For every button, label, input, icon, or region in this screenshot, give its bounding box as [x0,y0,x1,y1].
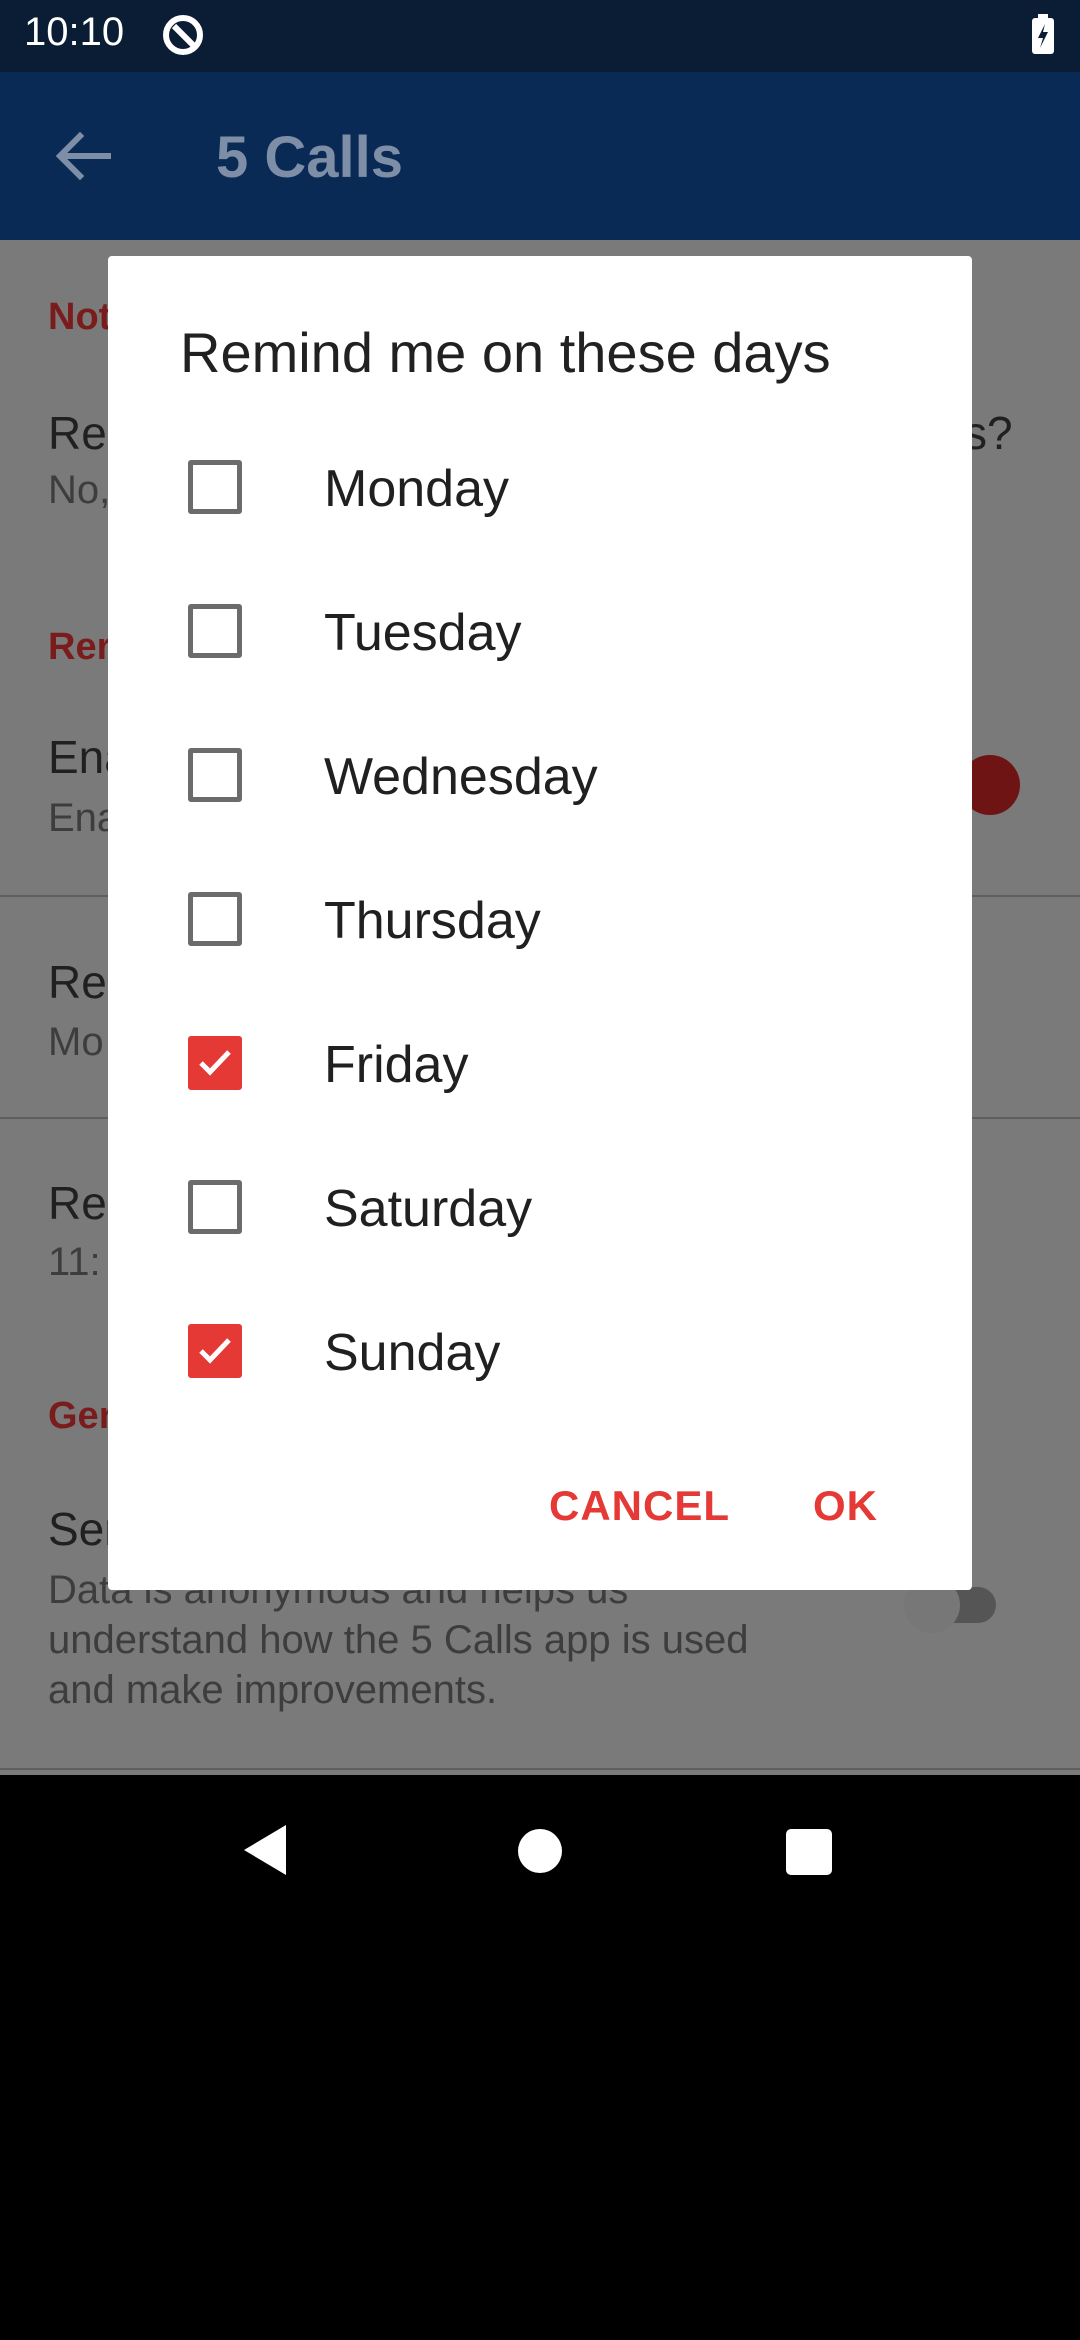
option-label: Monday [324,460,509,518]
dialog-title: Remind me on these days [180,321,831,384]
pref-summary: No, [48,468,111,512]
option-wednesday[interactable]: Wednesday [108,704,972,848]
checkbox[interactable] [188,460,242,514]
divider [0,1768,1080,1770]
checkbox[interactable] [188,892,242,946]
checkbox[interactable] [188,1180,242,1234]
notification-icon [160,12,206,63]
battery-icon [1030,14,1056,61]
pref-summary: 11: [48,1240,101,1284]
pref-summary-line: understand how the 5 Calls app is used [48,1618,749,1662]
checkbox-checked[interactable] [188,1324,242,1378]
status-time: 10:10 [24,10,125,54]
option-sunday[interactable]: Sunday [108,1280,972,1424]
status-bar: 10:10 [0,0,1080,72]
option-thursday[interactable]: Thursday [108,848,972,992]
pref-summary-line: and make improvements. [48,1668,498,1712]
option-label: Friday [324,1036,469,1094]
cancel-button[interactable]: CANCEL [549,1482,730,1530]
section-header-notifications: Not [48,296,112,338]
check-icon [199,1338,231,1364]
arrow-back-icon [55,131,111,181]
option-label: Sunday [324,1324,501,1382]
checkbox-checked[interactable] [188,1036,242,1090]
option-monday[interactable]: Monday [108,416,972,560]
app-bar: 5 Calls [0,72,1080,240]
checkbox[interactable] [188,604,242,658]
option-saturday[interactable]: Saturday [108,1136,972,1280]
option-label: Thursday [324,892,541,950]
navigation-bar [0,1775,1080,1925]
section-header-reminders: Rer [48,626,112,668]
option-friday[interactable]: Friday [108,992,972,1136]
nav-home-icon[interactable] [518,1829,562,1873]
app-title: 5 Calls [216,125,403,190]
checkbox[interactable] [188,748,242,802]
check-icon [199,1050,231,1076]
ok-button[interactable]: OK [813,1482,878,1530]
option-tuesday[interactable]: Tuesday [108,560,972,704]
section-header-general: Ger [48,1395,114,1437]
nav-back-icon[interactable] [242,1823,288,1877]
pref-summary: Mo [48,1020,104,1064]
option-label: Wednesday [324,748,598,806]
nav-recent-apps-icon[interactable] [786,1829,832,1875]
option-label: Tuesday [324,604,522,662]
days-dialog: Remind me on these days Monday Tuesday W… [108,256,972,1590]
back-button[interactable] [48,124,120,188]
option-label: Saturday [324,1180,533,1238]
